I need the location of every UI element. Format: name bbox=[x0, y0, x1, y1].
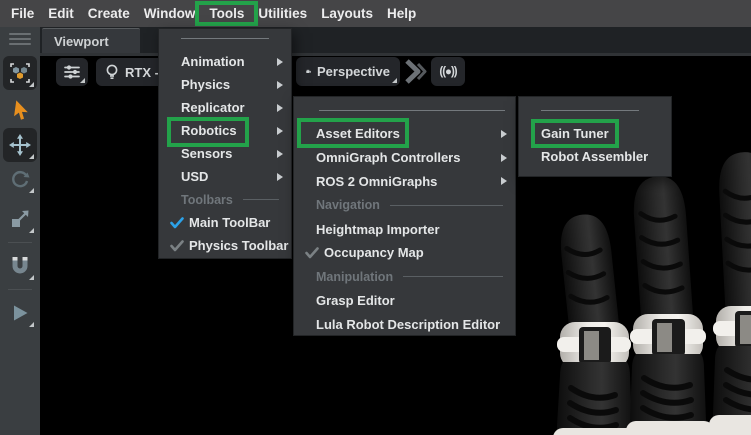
select-tool-button[interactable] bbox=[3, 94, 37, 128]
camera-selector-button[interactable]: Perspective bbox=[296, 57, 400, 86]
check-icon bbox=[170, 239, 184, 251]
broadcast-icon: ((●)) bbox=[439, 65, 457, 78]
submenu-arrow-icon bbox=[501, 129, 507, 138]
menu-item-sensors[interactable]: Sensors bbox=[159, 142, 291, 165]
viewport-top-border bbox=[40, 53, 751, 56]
menu-create[interactable]: Create bbox=[81, 0, 137, 27]
submenu-arrow-icon bbox=[277, 103, 283, 112]
submenu-arrow-icon bbox=[501, 177, 507, 186]
flyout-corner-mark bbox=[29, 228, 34, 233]
tearoff-separator bbox=[181, 38, 269, 39]
menu-item-animation[interactable]: Animation bbox=[159, 50, 291, 73]
submenu-arrow-icon bbox=[277, 172, 283, 181]
selection-mode-button[interactable] bbox=[3, 56, 37, 90]
sliders-icon bbox=[64, 65, 80, 79]
main-toolbar bbox=[0, 27, 40, 435]
selection-cubes-icon bbox=[10, 63, 30, 83]
render-settings-button[interactable] bbox=[56, 58, 88, 86]
menu-item-lula-robot-description-editor[interactable]: Lula Robot Description Editor bbox=[294, 312, 515, 336]
submenu-arrow-icon bbox=[277, 149, 283, 158]
menu-item-replicator[interactable]: Replicator bbox=[159, 96, 291, 119]
broadcast-button[interactable]: ((●)) bbox=[431, 57, 465, 86]
menu-item-grasp-editor[interactable]: Grasp Editor bbox=[294, 289, 515, 313]
submenu-arrow-icon bbox=[277, 57, 283, 66]
submenu-arrow-icon bbox=[277, 126, 283, 135]
robotics-submenu: Asset Editors OmniGraph Controllers ROS … bbox=[293, 96, 516, 336]
submenu-arrow-icon bbox=[501, 153, 507, 162]
scale-icon bbox=[12, 210, 29, 227]
toolbar-separator bbox=[8, 289, 32, 290]
menu-item-omnigraph-controllers[interactable]: OmniGraph Controllers bbox=[294, 146, 515, 170]
menu-file[interactable]: File bbox=[4, 0, 41, 27]
renderer-label: RTX - bbox=[125, 64, 159, 80]
submenu-arrow-icon bbox=[277, 80, 283, 89]
asset-editors-submenu: Gain Tuner Robot Assembler bbox=[518, 96, 672, 177]
tearoff-separator bbox=[541, 110, 639, 111]
menu-item-heightmap-importer[interactable]: Heightmap Importer bbox=[294, 217, 515, 241]
menu-layouts[interactable]: Layouts bbox=[314, 0, 380, 27]
lightbulb-icon bbox=[106, 64, 118, 79]
toolbar-grip-icon[interactable] bbox=[9, 33, 31, 48]
menu-item-usd[interactable]: USD bbox=[159, 165, 291, 188]
menu-utilities[interactable]: Utilities bbox=[251, 0, 314, 27]
menu-item-asset-editors[interactable]: Asset Editors bbox=[294, 118, 515, 148]
double-chevron-icon bbox=[405, 59, 427, 84]
snap-tool-button[interactable] bbox=[3, 249, 37, 283]
menu-item-ros2-omnigraphs[interactable]: ROS 2 OmniGraphs bbox=[294, 170, 515, 194]
cursor-icon bbox=[14, 100, 28, 120]
move-arrows-icon bbox=[9, 134, 31, 156]
video-camera-icon bbox=[306, 69, 311, 73]
tearoff-separator bbox=[319, 110, 505, 111]
tab-bar: Viewport bbox=[40, 27, 751, 53]
menu-window[interactable]: Window bbox=[137, 0, 203, 27]
play-icon bbox=[14, 305, 28, 321]
toolbar-separator bbox=[8, 242, 32, 243]
isaac-sim-window: RTX - Perspective ((●)) Viewport File Ed… bbox=[0, 0, 751, 435]
section-navigation: Navigation bbox=[294, 193, 515, 217]
menu-item-physics-toolbar[interactable]: Physics Toolbar bbox=[159, 234, 291, 257]
tab-viewport-label: Viewport bbox=[54, 33, 109, 49]
flyout-corner-mark bbox=[29, 82, 34, 87]
tools-dropdown: Animation Physics Replicator Robotics Se… bbox=[158, 28, 292, 259]
menu-tools[interactable]: Tools bbox=[195, 0, 259, 27]
menu-item-robot-assembler[interactable]: Robot Assembler bbox=[519, 145, 671, 168]
move-tool-button[interactable] bbox=[3, 128, 37, 162]
scale-tool-button[interactable] bbox=[3, 202, 37, 236]
play-button[interactable] bbox=[3, 296, 37, 330]
section-manipulation: Manipulation bbox=[294, 265, 515, 289]
section-toolbars: Toolbars bbox=[159, 188, 291, 211]
menu-bar: File Edit Create Window Tools Utilities … bbox=[0, 0, 751, 27]
tab-viewport[interactable]: Viewport bbox=[42, 28, 140, 53]
flyout-corner-mark bbox=[392, 78, 397, 83]
flyout-corner-mark bbox=[29, 275, 34, 280]
camera-label: Perspective bbox=[317, 64, 390, 79]
menu-help[interactable]: Help bbox=[380, 0, 423, 27]
flyout-corner-mark bbox=[29, 154, 34, 159]
menu-item-gain-tuner[interactable]: Gain Tuner bbox=[519, 119, 671, 148]
menu-item-physics[interactable]: Physics bbox=[159, 73, 291, 96]
check-icon bbox=[305, 247, 319, 259]
rotate-arrows-icon bbox=[12, 171, 30, 188]
check-icon bbox=[170, 216, 184, 228]
rotate-tool-button[interactable] bbox=[3, 162, 37, 196]
flyout-corner-mark bbox=[80, 78, 85, 83]
menu-item-robotics[interactable]: Robotics bbox=[159, 117, 291, 147]
flyout-corner-mark bbox=[29, 188, 34, 193]
flyout-corner-mark bbox=[29, 322, 34, 327]
menu-item-main-toolbar[interactable]: Main ToolBar bbox=[159, 211, 291, 234]
menu-edit[interactable]: Edit bbox=[41, 0, 81, 27]
menu-item-occupancy-map[interactable]: Occupancy Map bbox=[294, 241, 515, 265]
magnet-icon bbox=[12, 257, 28, 274]
